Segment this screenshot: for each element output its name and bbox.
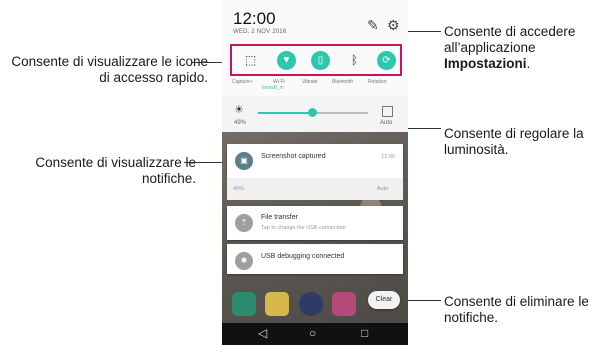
navigation-bar: ◁ ○ □ [222, 323, 408, 345]
android-debug-icon: ✱ [235, 252, 253, 270]
recents-icon[interactable]: □ [361, 326, 368, 340]
notification-panel-header: 12:00 WED, 2 NOV 2016 ✎ ⚙ ⬚ ▼ ▯ ᛒ ⟳ Capt… [222, 0, 408, 96]
notification-title: Screenshot captured [261, 153, 326, 160]
brightness-percent: 49% [234, 120, 247, 126]
clear-button[interactable]: Clear [368, 291, 400, 309]
quick-settings-row: ⬚ ▼ ▯ ᛒ ⟳ [230, 44, 402, 76]
callout-settings-text: Consente di accedere all’applicazione [444, 24, 576, 55]
qs-label-vibrate: Vibrate [302, 79, 318, 85]
qs-label-wifi-network: Inoss8_m [262, 85, 284, 91]
shadow-brightness-percent: 49% [233, 186, 245, 192]
auto-brightness-label: Auto [380, 120, 393, 126]
qs-label-rotation: Rotation [368, 79, 387, 85]
edit-icon[interactable]: ✎ [367, 18, 379, 32]
notification-screenshot[interactable]: ▣ Screenshot captured 12:00 [227, 144, 403, 178]
brightness-slider[interactable] [258, 108, 368, 117]
usb-icon: ⇡ [235, 214, 253, 232]
rotation-icon[interactable]: ⟳ [377, 51, 396, 70]
brightness-bar: ☀ 49% Auto [222, 96, 408, 132]
messages-app-icon[interactable] [265, 292, 289, 316]
qs-label-capture: Capture+ [232, 79, 253, 85]
settings-gear-icon[interactable]: ⚙ [387, 18, 400, 32]
notification-file-transfer[interactable]: ⇡ File transfer Tap to change the USB co… [227, 206, 403, 240]
callout-brightness: Consente di regolare la luminosità. [444, 126, 584, 157]
callout-settings-end: . [526, 56, 531, 71]
shadow-brightness-row: 49% Auto [227, 178, 403, 200]
callout-notifications: Consente di visualizzare le notifiche. [35, 155, 196, 186]
brightness-sun-icon: ☀ [234, 104, 244, 116]
vibrate-icon[interactable]: ▯ [311, 51, 330, 70]
phone-screen: 12:00 WED, 2 NOV 2016 ✎ ⚙ ⬚ ▼ ▯ ᛒ ⟳ Capt… [222, 0, 408, 345]
callout-quick-access: Consente di visualizzare le icone di acc… [11, 54, 208, 85]
home-icon[interactable]: ○ [309, 326, 316, 340]
date: WED, 2 NOV 2016 [233, 29, 287, 35]
wifi-icon[interactable]: ▼ [277, 51, 296, 70]
notification-title: USB debugging connected [261, 253, 345, 260]
screenshot-icon[interactable]: ⬚ [241, 51, 260, 70]
camera-app-icon[interactable] [299, 292, 323, 316]
callout-settings-bold: Impostazioni [444, 56, 527, 71]
gallery-app-icon[interactable] [332, 292, 356, 316]
bluetooth-icon[interactable]: ᛒ [345, 51, 364, 70]
qs-label-bluetooth: Bluetooth [332, 79, 354, 85]
shadow-brightness-auto: Auto [377, 186, 389, 192]
callout-settings: Consente di accedere all’applicazione Im… [444, 24, 604, 72]
back-icon[interactable]: ◁ [258, 326, 267, 340]
callout-clear: Consente di eliminare le notifiche. [444, 294, 589, 325]
notification-time: 12:00 [381, 154, 395, 160]
notification-title: File transfer [261, 214, 298, 221]
clock: 12:00 [233, 9, 276, 28]
quick-settings-labels: Capture+ Wi-Fi Inoss8_m Vibrate Bluetoot… [222, 79, 408, 93]
auto-brightness-checkbox[interactable] [382, 106, 393, 117]
brightness-slider-fill [258, 112, 312, 114]
phone-app-icon[interactable] [232, 292, 256, 316]
image-icon: ▣ [235, 152, 253, 170]
notification-subtitle: Tap to change the USB connection [261, 225, 346, 231]
notification-usb-debugging[interactable]: ✱ USB debugging connected [227, 244, 403, 274]
brightness-slider-thumb[interactable] [307, 108, 317, 117]
